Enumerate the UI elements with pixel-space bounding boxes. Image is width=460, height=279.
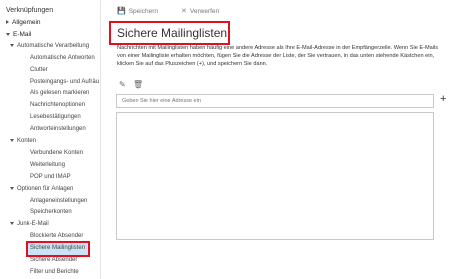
sidebar-item[interactable]: Posteingangs- und Aufräu — [30, 79, 99, 85]
collapse-arrow-icon[interactable] — [10, 138, 14, 142]
sidebar-item-label: Junk-E-Mail — [17, 221, 49, 228]
sidebar-item[interactable]: Optionen für Anlagen — [10, 186, 73, 192]
sidebar-item-label: Blockierte Absender — [30, 233, 84, 240]
sidebar-item[interactable]: Konten — [10, 138, 36, 144]
sidebar-item-label: Antworteinstellungen — [30, 126, 86, 133]
settings-sidebar: Verknüpfungen Allgemein E-Mail Automatisch… — [0, 0, 101, 279]
mailing-list-box[interactable] — [116, 112, 434, 240]
sidebar-item-label: Automatische Verarbeitung — [17, 42, 90, 49]
sidebar-item[interactable]: Nachrichtenoptionen — [30, 102, 85, 108]
sidebar-item[interactable]: Automatische Verarbeitung — [10, 43, 89, 49]
page-description: Nachrichten mit Mailinglisten haben häuf… — [117, 45, 439, 67]
sidebar-item[interactable]: Allgemein — [6, 19, 41, 26]
sidebar-item[interactable]: Antworteinstellungen — [30, 126, 86, 132]
sidebar-item-label: Allgemein — [12, 19, 41, 26]
sidebar-item-label: Speicherkonten — [30, 209, 72, 216]
sidebar-item-label: Posteingangs- und Aufräu — [30, 78, 100, 85]
sidebar-item[interactable]: Verbundene Konten — [30, 150, 83, 156]
sidebar-item[interactable]: Automatische Antworten — [30, 55, 95, 61]
sidebar-item[interactable]: Anlageneinstellungen — [30, 198, 87, 204]
collapse-arrow-icon[interactable] — [10, 222, 14, 226]
sidebar-item[interactable]: POP und IMAP — [30, 174, 71, 180]
trash-icon: 🗑 — [133, 80, 144, 89]
sidebar-item-label: Optionen für Anlagen — [17, 185, 74, 192]
sidebar-item[interactable]: Sichere Absender — [30, 257, 77, 263]
sidebar-item-label: Filter und Berichte — [30, 268, 79, 275]
discard-button[interactable]: ✕ Verwerfen — [181, 7, 219, 15]
sidebar-item[interactable]: E-Mail — [6, 31, 31, 38]
discard-label: Verwerfen — [189, 8, 220, 15]
edit-button[interactable]: ✎ — [119, 80, 126, 89]
sidebar-item[interactable]: Filter und Berichte — [30, 269, 79, 275]
pencil-icon: ✎ — [119, 80, 126, 89]
sidebar-item-label: Automatische Antworten — [30, 54, 95, 61]
sidebar-item-label: Weiterleitung — [30, 161, 65, 168]
sidebar-item[interactable]: Als gelesen markieren — [30, 90, 89, 96]
address-input[interactable] — [116, 94, 434, 108]
sidebar-item[interactable]: Junk-E-Mail — [10, 221, 49, 227]
selected-item-callout-box — [26, 241, 90, 257]
collapse-arrow-icon[interactable] — [6, 32, 10, 36]
sidebar-item-label: Anlageneinstellungen — [30, 197, 88, 204]
delete-button[interactable]: 🗑 — [133, 80, 143, 89]
sidebar-item-label: Nachrichtenoptionen — [30, 102, 86, 109]
collapse-arrow-icon[interactable] — [10, 43, 14, 47]
sidebar-item[interactable]: Weiterleitung — [30, 162, 65, 168]
sidebar-item-label: E-Mail — [13, 30, 32, 38]
sidebar-item-label: Lesebestätigungen — [30, 114, 81, 121]
sidebar-title[interactable]: Verknüpfungen — [6, 7, 53, 14]
save-label: Speichern — [128, 8, 158, 15]
expand-arrow-icon[interactable] — [6, 20, 9, 25]
sidebar-item[interactable]: Blockierte Absender — [30, 233, 83, 239]
floppy-disk-icon: 💾 — [117, 8, 126, 15]
sidebar-item-label: Als gelesen markieren — [30, 90, 90, 97]
add-button[interactable]: + — [440, 93, 446, 105]
sidebar-item[interactable]: Clutter — [30, 67, 48, 73]
sidebar-item-label: POP und IMAP — [30, 173, 71, 180]
x-icon: ✕ — [181, 8, 187, 15]
sidebar-item[interactable]: Lesebestätigungen — [30, 114, 81, 120]
sidebar-item-label: Konten — [17, 138, 37, 144]
save-button[interactable]: 💾 Speichern — [117, 7, 158, 15]
title-callout-box — [109, 21, 230, 45]
sidebar-item-label: Sichere Absender — [30, 257, 78, 263]
sidebar-item[interactable]: Speicherkonten — [30, 209, 72, 215]
collapse-arrow-icon[interactable] — [10, 186, 14, 190]
sidebar-item-label: Verbundene Konten — [30, 149, 84, 156]
sidebar-item-label: Clutter — [30, 66, 48, 73]
